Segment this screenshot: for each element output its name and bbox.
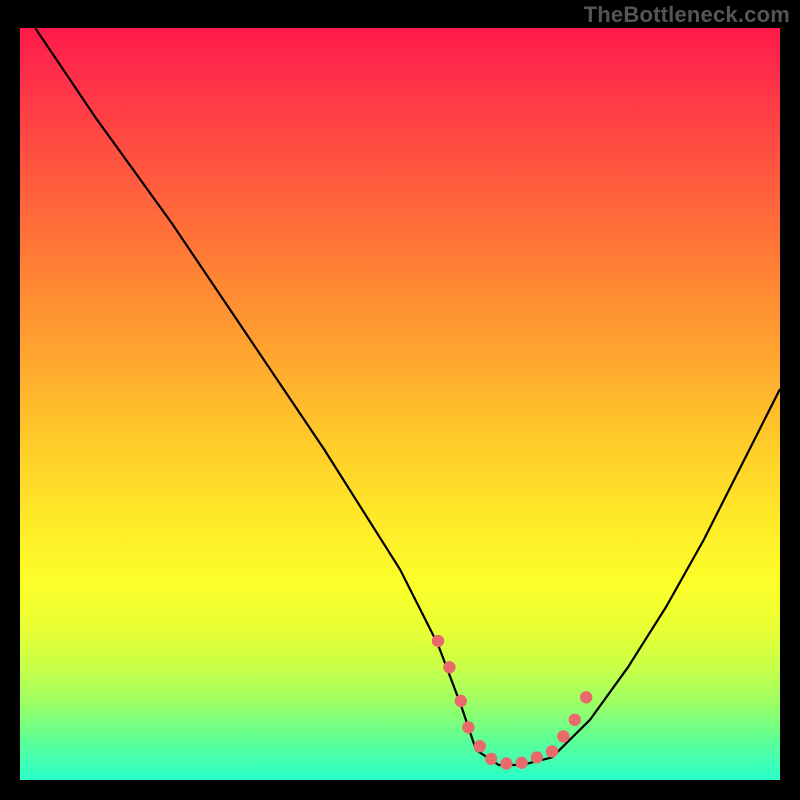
marker-dot bbox=[546, 745, 558, 757]
marker-dot bbox=[580, 691, 592, 703]
curve-svg bbox=[20, 28, 780, 780]
marker-dot bbox=[557, 730, 569, 742]
marker-dot bbox=[443, 661, 455, 673]
marker-dot bbox=[569, 714, 581, 726]
marker-dot bbox=[474, 740, 486, 752]
plot-area bbox=[20, 28, 780, 780]
marker-dot bbox=[531, 751, 543, 763]
marker-dot bbox=[515, 757, 527, 769]
marker-dot bbox=[432, 635, 444, 647]
marker-dot bbox=[462, 721, 474, 733]
bottleneck-curve bbox=[35, 28, 780, 765]
marker-dot bbox=[455, 695, 467, 707]
marker-dots bbox=[432, 635, 593, 770]
marker-dot bbox=[485, 753, 497, 765]
chart-frame: TheBottleneck.com bbox=[0, 0, 800, 800]
watermark-text: TheBottleneck.com bbox=[584, 2, 790, 28]
marker-dot bbox=[500, 757, 512, 769]
